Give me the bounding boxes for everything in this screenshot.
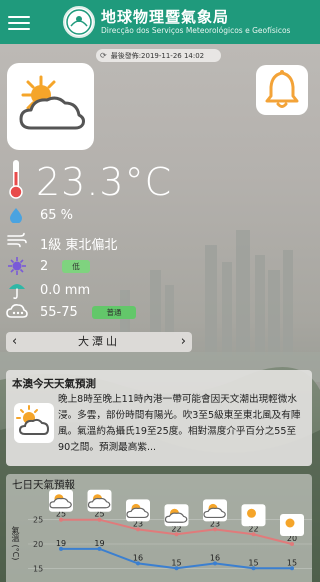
- forecast-title: 本澳今天天氣預測: [12, 378, 96, 390]
- low-temp-label: 19: [94, 539, 104, 548]
- forecast-text: 晚上8時至晚上11時內港一帶可能會因天文潮出現輕微水浸。多雲，部份時間有陽光。吹…: [58, 394, 301, 453]
- menu-icon[interactable]: [8, 12, 30, 32]
- app-header: 地球物理暨氣象局 Direcção dos Serviços Meteoroló…: [0, 0, 320, 44]
- y-tick-label: 20: [33, 540, 43, 549]
- sun-cloud-icon: [16, 405, 50, 435]
- chevron-right-icon[interactable]: ›: [181, 332, 186, 352]
- station-name: 大潭山: [78, 335, 120, 348]
- sun-icon: [247, 508, 256, 518]
- seven-day-chart: 25201525 25232223222019 1916151615 15: [28, 489, 312, 573]
- seven-day-forecast-panel[interactable]: 七日天氣預報 氣溫 (°C) 25 20 15 25 25 23 22 23 22 20 19 19 1…: [6, 474, 312, 582]
- low-temp-label: 19: [56, 539, 66, 548]
- app-title: 地球物理暨氣象局: [101, 8, 230, 26]
- current-weather-icon-card: [7, 63, 94, 150]
- low-temp-label: 15: [248, 558, 258, 567]
- y-tick-label: 25: [33, 516, 43, 525]
- low-temp-label: 15: [287, 558, 297, 567]
- umbrella-icon: [9, 284, 25, 299]
- last-update-text: 最後發佈:2019-11-26 14:02: [110, 51, 205, 60]
- uv-level-badge: 低: [62, 260, 90, 273]
- wind-icon: [7, 232, 27, 248]
- sun-icon: [285, 518, 295, 528]
- station-selector[interactable]: ‹ 大潭山 ›: [6, 332, 192, 352]
- rainfall-value: 0.0 mm: [40, 283, 91, 298]
- refresh-icon[interactable]: ⟳: [100, 51, 107, 60]
- forecast-icon-card: [14, 403, 54, 443]
- today-forecast-card[interactable]: 本澳今天天氣預測 晚上8時至晚上11時內港一帶可能會因天文潮出現輕微水浸。多雲，…: [6, 370, 312, 466]
- low-temp-label: 16: [133, 553, 143, 562]
- aqi-value: 55-75: [40, 305, 78, 320]
- low-temp-label: 16: [210, 553, 220, 562]
- last-update-badge[interactable]: ⟳ 最後發佈:2019-11-26 14:02: [96, 49, 221, 62]
- bell-icon: [265, 70, 299, 108]
- uv-value: 2: [40, 259, 49, 274]
- wind-value: 1級 東北偏北: [40, 238, 118, 253]
- low-temp-label: 15: [171, 558, 181, 567]
- sun-cloud-icon: [19, 75, 85, 130]
- air-quality-cloud-icon: [6, 304, 28, 318]
- smg-logo: [63, 6, 95, 38]
- temperature-value: 23.3°C: [36, 160, 173, 204]
- chevron-left-icon[interactable]: ‹: [12, 332, 17, 352]
- app-subtitle: Direcção dos Serviços Meteorológicos e G…: [101, 26, 291, 35]
- humidity-value: 65 %: [40, 208, 74, 223]
- y-tick-label: 15: [33, 564, 43, 573]
- uv-sun-icon: [8, 257, 26, 275]
- warning-bell-button[interactable]: [256, 65, 308, 115]
- thermometer-icon: [9, 160, 23, 199]
- aqi-level-badge: 普通: [92, 306, 136, 319]
- humidity-drop-icon: [10, 208, 22, 223]
